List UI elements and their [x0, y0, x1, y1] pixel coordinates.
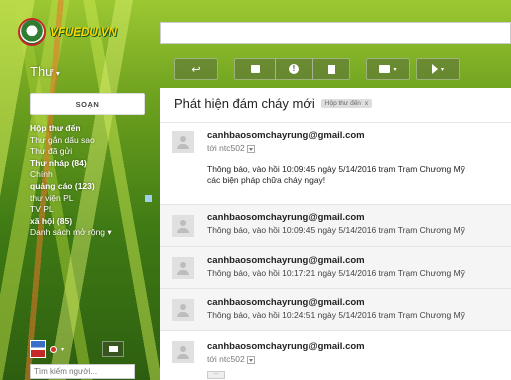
show-details-icon[interactable] — [246, 144, 255, 153]
sidebar-item-more[interactable]: Danh sách mở rộng ▾ — [30, 227, 156, 239]
sidebar-item-inbox[interactable]: Hộp thư đến — [30, 123, 156, 135]
message-collapsed[interactable]: canhbaosomchayrung@gmail.com Thông báo, … — [160, 246, 511, 288]
chevron-down-icon: ▾ — [55, 69, 60, 78]
mail-app-switcher[interactable]: Thư ▾ — [30, 64, 60, 79]
sidebar-nav: Hộp thư đến Thư gắn dấu sao Thư đã gửi T… — [30, 123, 156, 239]
message-expanded[interactable]: canhbaosomchayrung@gmail.com tới ntc502 … — [160, 122, 511, 204]
sidebar-item-label: Hộp thư đến — [30, 123, 81, 133]
recipient-line: tới ntc502 — [207, 354, 255, 364]
remove-label-icon[interactable]: x — [365, 100, 368, 107]
sender-email: canhbaosomchayrung@gmail.com — [207, 212, 365, 223]
message-expanded[interactable]: canhbaosomchayrung@gmail.com tới ntc502 … — [160, 330, 511, 380]
sidebar-item-label: Chính — [30, 169, 53, 180]
archive-icon — [250, 65, 260, 73]
sidebar-item-label: Thư đã gửi — [30, 146, 73, 157]
sender-email: canhbaosomchayrung@gmail.com — [207, 255, 365, 266]
arrow-back-icon: ↩ — [191, 63, 201, 76]
people-search-input[interactable] — [30, 364, 135, 379]
sender-avatar-icon — [172, 257, 194, 279]
label-color-swatch[interactable] — [145, 194, 152, 202]
sidebar-item-promotions[interactable]: quảng cáo (123) — [30, 181, 156, 193]
sidebar-item-starred[interactable]: Thư gắn dấu sao — [30, 135, 156, 147]
archive-button[interactable] — [234, 58, 276, 80]
compose-button[interactable]: SOẠN — [30, 93, 145, 115]
avatar[interactable] — [30, 340, 46, 358]
chat-bar: ▾ — [30, 338, 150, 360]
subject-row: Phát hiện đám cháy mới Hộp thư đến x — [174, 96, 373, 111]
sidebar-item-label: Thư gắn dấu sao — [30, 134, 95, 145]
sidebar-item-label: xã hội (85) — [30, 215, 73, 226]
recipient-text: tới ntc502 — [207, 354, 245, 364]
sidebar-item-label: thư viện PL — [30, 192, 74, 203]
toolbar: ↩ ! ▾ ▾ — [160, 56, 511, 82]
sidebar-item-label: Thư nháp (84) — [30, 157, 87, 168]
move-to-button[interactable]: ▾ — [366, 58, 410, 80]
message-body-line: Thông báo, vào hồi 10:09:45 ngày 5/14/20… — [207, 164, 465, 174]
status-dot-icon[interactable] — [50, 345, 57, 353]
video-call-button[interactable] — [102, 341, 125, 357]
show-details-icon[interactable] — [246, 355, 255, 364]
sender-avatar-icon — [172, 299, 194, 321]
sidebar-item-drafts[interactable]: Thư nháp (84) — [30, 158, 156, 170]
mail-app-label: Thư — [30, 64, 54, 79]
delete-button[interactable] — [312, 58, 350, 80]
sender-email[interactable]: canhbaosomchayrung@gmail.com — [207, 130, 365, 141]
message-collapsed[interactable]: canhbaosomchayrung@gmail.com Thông báo, … — [160, 204, 511, 246]
message-snippet: Thông báo, vào hồi 10:17:21 ngày 5/14/20… — [207, 268, 465, 278]
mail-search-input[interactable] — [160, 22, 511, 44]
sidebar-item-thu-vien-pl[interactable]: thư viện PL — [30, 193, 156, 205]
show-trimmed-content-button[interactable]: ··· — [207, 371, 225, 379]
sender-email[interactable]: canhbaosomchayrung@gmail.com — [207, 341, 365, 352]
message-body-line: các biện pháp chữa cháy ngay! — [207, 175, 326, 185]
inbox-label-chip[interactable]: Hộp thư đến x — [320, 99, 373, 108]
message-collapsed[interactable]: canhbaosomchayrung@gmail.com Thông báo, … — [160, 288, 511, 330]
video-camera-icon — [108, 346, 118, 352]
sender-email: canhbaosomchayrung@gmail.com — [207, 297, 365, 308]
inbox-label-text: Hộp thư đến — [324, 100, 361, 107]
logo[interactable]: VFUEDU.VN — [18, 16, 117, 48]
sidebar-item-sent[interactable]: Thư đã gửi — [30, 146, 156, 158]
sender-avatar-icon — [172, 341, 194, 363]
sidebar-item-label: TV PL — [30, 204, 54, 215]
message-snippet: Thông báo, vào hồi 10:09:45 ngày 5/14/20… — [207, 225, 465, 235]
sender-avatar-icon — [172, 131, 194, 153]
trash-icon — [327, 64, 335, 74]
chevron-down-icon[interactable]: ▾ — [61, 346, 64, 353]
logo-emblem-icon — [18, 18, 46, 46]
report-spam-button[interactable]: ! — [275, 58, 313, 80]
message-snippet: Thông báo, vào hồi 10:24:51 ngày 5/14/20… — [207, 310, 465, 320]
chevron-down-icon: ▾ — [440, 66, 444, 73]
conversation-subject: Phát hiện đám cháy mới — [174, 96, 315, 111]
conversation-panel: Phát hiện đám cháy mới Hộp thư đến x canh… — [160, 88, 511, 380]
recipient-line: tới ntc502 — [207, 143, 255, 153]
labels-button[interactable]: ▾ — [416, 58, 460, 80]
report-spam-icon: ! — [289, 64, 299, 74]
folder-icon — [379, 65, 391, 73]
sidebar-item-label: quảng cáo (123) — [30, 180, 95, 191]
recipient-text: tới ntc502 — [207, 143, 245, 153]
chevron-down-icon: ▾ — [393, 66, 397, 73]
label-icon — [431, 64, 438, 74]
sender-avatar-icon — [172, 215, 194, 237]
sidebar-item-label: Danh sách mở rộng ▾ — [30, 227, 112, 238]
back-button[interactable]: ↩ — [174, 58, 218, 80]
sidebar-item-tv-pl[interactable]: TV PL — [30, 204, 156, 216]
logo-text: VFUEDU.VN — [50, 25, 117, 39]
sidebar-item-social[interactable]: xã hội (85) — [30, 216, 156, 228]
sidebar-item-primary[interactable]: Chính — [30, 169, 156, 181]
